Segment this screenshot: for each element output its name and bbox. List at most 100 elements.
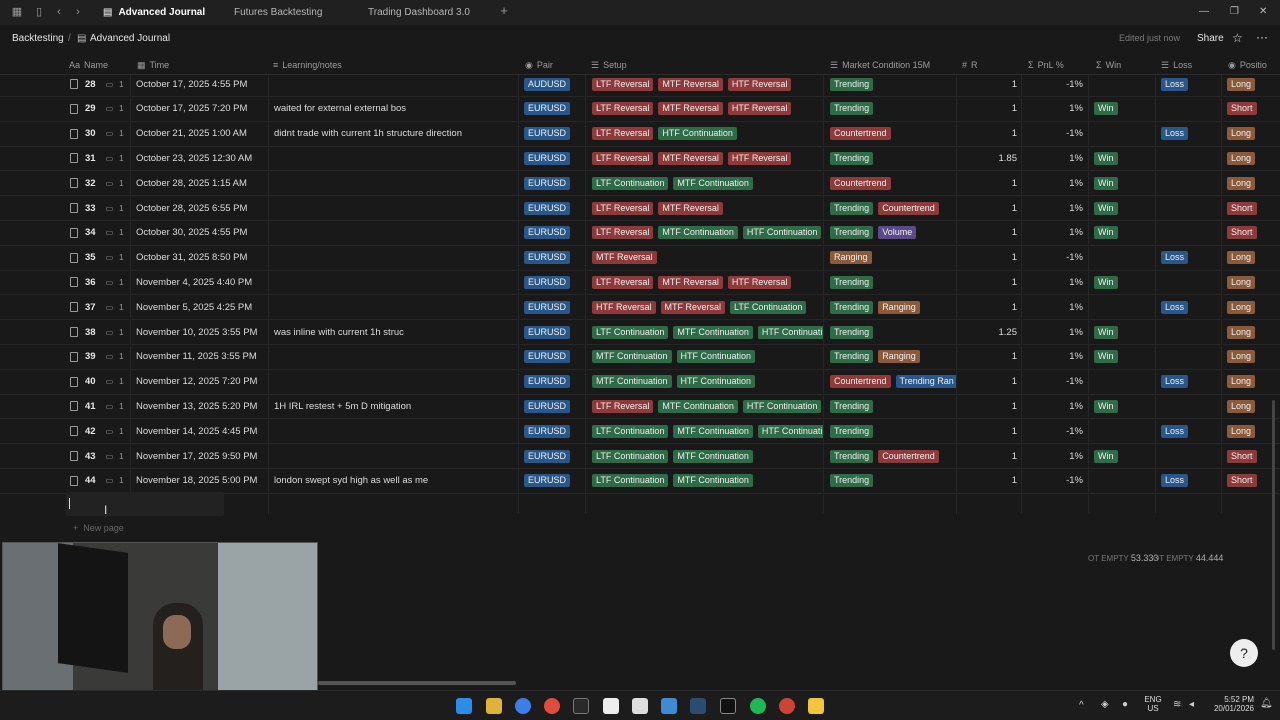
win-cell[interactable]: Win xyxy=(1094,196,1123,220)
time-cell[interactable]: November 10, 2025 3:55 PM xyxy=(136,320,257,344)
r-cell[interactable]: 1 xyxy=(956,469,1017,493)
win-cell[interactable]: Win xyxy=(1094,146,1123,170)
notes-cell[interactable]: waited for external external bos xyxy=(274,97,406,121)
r-cell[interactable]: 1 xyxy=(956,97,1017,121)
market-condition-cell[interactable]: Trending Ranging xyxy=(830,295,956,319)
setup-cell[interactable]: LTF Reversal MTF Reversal HTF Reversal xyxy=(592,146,823,170)
row-name-cell[interactable]: 28 ▭ 1 xyxy=(70,72,124,96)
column-header-notes[interactable]: ≡ Learning/notes xyxy=(273,60,342,70)
notion-calendar-icon[interactable] xyxy=(632,698,648,714)
pair-cell[interactable]: EURUSD xyxy=(524,246,575,270)
setup-cell[interactable]: MTF Continuation HTF Continuation xyxy=(592,345,823,369)
win-cell[interactable]: Win xyxy=(1094,394,1123,418)
position-cell[interactable]: Short xyxy=(1227,196,1262,220)
spotify-icon[interactable] xyxy=(750,698,766,714)
time-cell[interactable]: November 12, 2025 7:20 PM xyxy=(136,370,257,394)
photos-icon[interactable] xyxy=(661,698,677,714)
time-cell[interactable]: October 30, 2025 4:55 PM xyxy=(136,221,247,245)
breadcrumb-item[interactable]: Advanced Journal xyxy=(90,33,170,44)
wifi-icon[interactable]: ≋ xyxy=(1173,699,1181,710)
pair-cell[interactable]: EURUSD xyxy=(524,171,575,195)
market-condition-cell[interactable]: Trending Ranging xyxy=(830,345,956,369)
market-condition-cell[interactable]: Trending Countertrend xyxy=(830,196,956,220)
setup-cell[interactable]: LTF Continuation MTF Continuation xyxy=(592,171,823,195)
pnl-cell[interactable]: -1% xyxy=(1021,469,1083,493)
loss-cell[interactable]: Loss xyxy=(1161,469,1193,493)
table-row[interactable]: 36 ▭ 1 November 4, 2025 4:40 PM EURUSD LTF Re… xyxy=(0,270,1280,296)
share-button[interactable]: Share xyxy=(1197,33,1224,44)
row-name-cell[interactable]: 41 ▭ 1 xyxy=(70,394,124,418)
row-name-cell[interactable]: 30 ▭ 1 xyxy=(70,122,124,146)
time-cell[interactable]: October 17, 2025 4:55 PM xyxy=(136,72,247,96)
pnl-cell[interactable]: 1% xyxy=(1021,196,1083,220)
table-row[interactable]: 38 ▭ 1 November 10, 2025 3:55 PM was inline … xyxy=(0,320,1280,345)
table-row[interactable]: 29 ▭ 1 October 17, 2025 7:20 PM waited for e… xyxy=(0,97,1280,122)
row-name-cell[interactable]: 32 ▭ 1 xyxy=(70,171,124,195)
win-cell[interactable]: Win xyxy=(1094,270,1123,294)
file-explorer-icon[interactable] xyxy=(486,698,502,714)
notes-cell[interactable]: 1H IRL restest + 5m D mitigation xyxy=(274,394,411,418)
breadcrumb-item[interactable]: Backtesting xyxy=(12,33,64,44)
new-tab-icon[interactable]: + xyxy=(498,4,510,17)
windows-start-icon[interactable] xyxy=(456,698,472,714)
time-cell[interactable]: October 28, 2025 6:55 PM xyxy=(136,196,247,220)
r-cell[interactable]: 1 xyxy=(956,345,1017,369)
table-row[interactable]: 30 ▭ 1 October 21, 2025 1:00 AM didnt trade … xyxy=(0,122,1280,147)
r-cell[interactable]: 1 xyxy=(956,72,1017,96)
table-row[interactable]: 39 ▭ 1 November 11, 2025 3:55 PM EURUSD MTF C… xyxy=(0,345,1280,370)
pnl-cell[interactable]: 1% xyxy=(1021,270,1083,294)
setup-cell[interactable]: LTF Reversal MTF Reversal HTF Reversal xyxy=(592,72,823,96)
chrome-profile-icon[interactable] xyxy=(544,698,560,714)
pnl-cell[interactable]: 1% xyxy=(1021,295,1083,319)
table-row[interactable]: 28 ▭ 1 October 17, 2025 4:55 PM AUDUSD LTF Re… xyxy=(0,72,1280,97)
r-cell[interactable]: 1 xyxy=(956,122,1017,146)
favorite-star-icon[interactable]: ☆ xyxy=(1232,31,1243,45)
column-header-pnl[interactable]: Σ PnL % xyxy=(1028,60,1064,70)
notion-icon[interactable] xyxy=(603,698,619,714)
table-row[interactable]: 40 ▭ 1 November 12, 2025 7:20 PM EURUSD MTF C… xyxy=(0,370,1280,395)
pair-cell[interactable]: EURUSD xyxy=(524,196,575,220)
r-cell[interactable]: 1 xyxy=(956,221,1017,245)
sticky-notes-icon[interactable] xyxy=(808,698,824,714)
market-condition-cell[interactable]: Trending xyxy=(830,419,956,443)
app-menu-icon[interactable]: ▦ xyxy=(11,6,23,18)
pair-cell[interactable]: AUDUSD xyxy=(524,72,575,96)
position-cell[interactable]: Long xyxy=(1227,72,1260,96)
pnl-cell[interactable]: 1% xyxy=(1021,146,1083,170)
close-icon[interactable]: ✕ xyxy=(1259,6,1267,17)
win-cell[interactable]: Win xyxy=(1094,345,1123,369)
table-row[interactable]: 35 ▭ 1 October 31, 2025 8:50 PM EURUSD MTF Re… xyxy=(0,246,1280,271)
row-name-cell[interactable]: 40 ▭ 1 xyxy=(70,370,124,394)
row-name-cell[interactable]: 37 ▭ 1 xyxy=(70,295,124,319)
minimize-icon[interactable]: — xyxy=(1199,6,1209,17)
loss-cell[interactable]: Loss xyxy=(1161,246,1193,270)
position-cell[interactable]: Short xyxy=(1227,97,1262,121)
tray-app-icon[interactable]: ◈ xyxy=(1101,699,1109,710)
back-icon[interactable]: ‹ xyxy=(53,6,65,18)
tab-advanced-journal[interactable]: ▤ Advanced Journal xyxy=(103,0,205,25)
time-cell[interactable]: November 4, 2025 4:40 PM xyxy=(136,270,252,294)
position-cell[interactable]: Long xyxy=(1227,394,1260,418)
loss-calculation[interactable]: OT EMPTY 44.444 xyxy=(1153,553,1223,563)
setup-cell[interactable]: LTF Continuation MTF Continuation xyxy=(592,444,823,468)
market-condition-cell[interactable]: Countertrend xyxy=(830,171,956,195)
setup-cell[interactable]: MTF Reversal xyxy=(592,246,823,270)
time-cell[interactable]: November 14, 2025 4:45 PM xyxy=(136,419,257,443)
time-cell[interactable]: November 17, 2025 9:50 PM xyxy=(136,444,257,468)
setup-cell[interactable]: LTF Reversal MTF Reversal xyxy=(592,196,823,220)
loss-cell[interactable]: Loss xyxy=(1161,72,1193,96)
pnl-cell[interactable]: -1% xyxy=(1021,246,1083,270)
table-row[interactable]: 44 ▭ 1 November 18, 2025 5:00 PM london swep… xyxy=(0,469,1280,494)
vertical-scrollbar[interactable] xyxy=(1272,400,1275,650)
row-name-cell[interactable]: 31 ▭ 1 xyxy=(70,146,124,170)
pair-cell[interactable]: EURUSD xyxy=(524,469,575,493)
column-header-name[interactable]: Aa Name xyxy=(69,60,108,70)
market-condition-cell[interactable]: Ranging xyxy=(830,246,956,270)
table-row[interactable]: 32 ▭ 1 October 28, 2025 1:15 AM EURUSD LTF Co… xyxy=(0,171,1280,197)
column-header-time[interactable]: ▦ Time xyxy=(137,60,169,71)
table-row[interactable]: 42 ▭ 1 November 14, 2025 4:45 PM EURUSD LTF C… xyxy=(0,419,1280,445)
language-indicator[interactable]: ENG US xyxy=(1144,695,1162,713)
pair-cell[interactable]: EURUSD xyxy=(524,444,575,468)
pnl-cell[interactable]: 1% xyxy=(1021,221,1083,245)
position-cell[interactable]: Long xyxy=(1227,345,1260,369)
